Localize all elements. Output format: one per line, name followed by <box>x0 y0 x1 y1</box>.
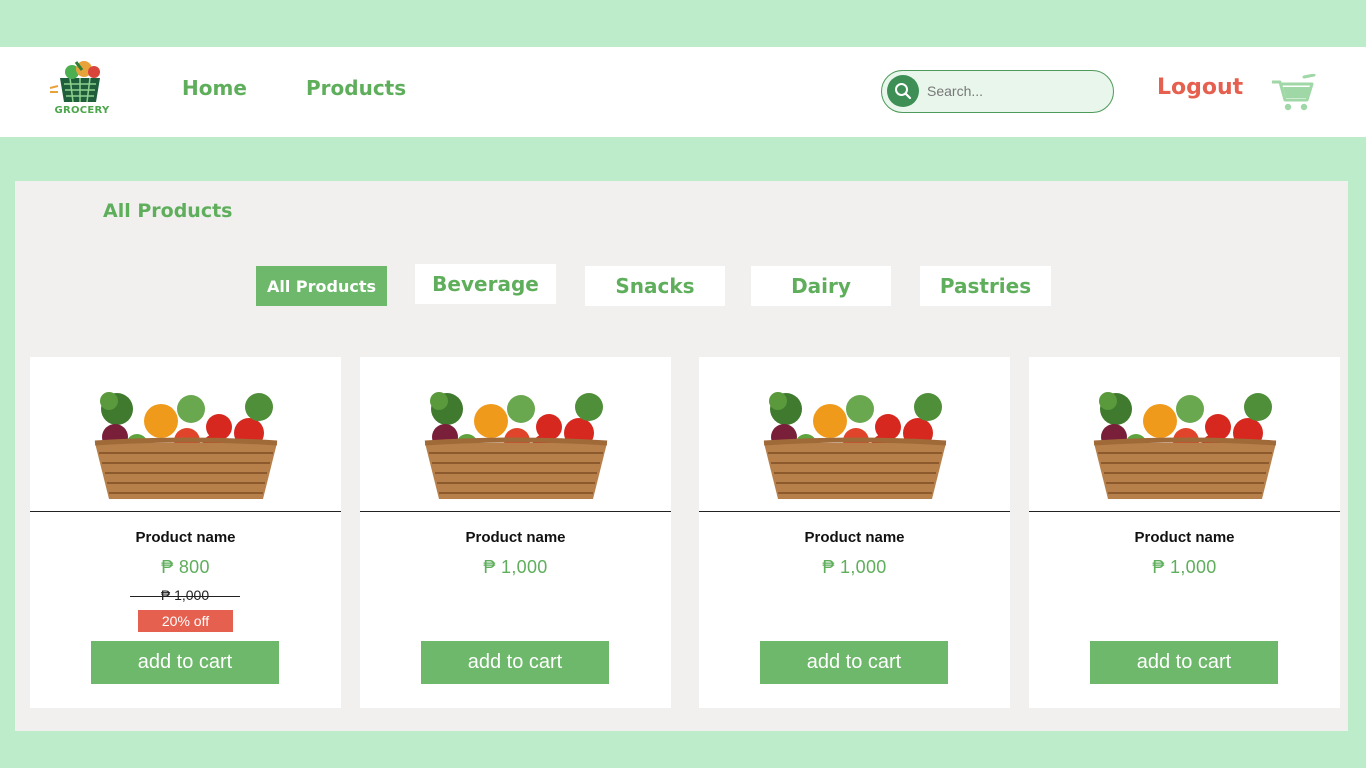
category-dairy[interactable]: Dairy <box>751 266 891 306</box>
product-name: Product name <box>804 529 905 546</box>
category-pastries[interactable]: Pastries <box>920 266 1051 306</box>
add-to-cart-button[interactable]: add to cart <box>421 641 609 684</box>
product-name: Product name <box>465 529 566 546</box>
shopping-cart-icon <box>1272 73 1316 111</box>
nav-home-link[interactable]: Home <box>182 76 247 100</box>
add-to-cart-button[interactable]: add to cart <box>1090 641 1278 684</box>
cart-button[interactable] <box>1270 73 1316 112</box>
search-icon <box>895 83 912 100</box>
product-card[interactable]: Product name ₱ 1,000 add to cart <box>1029 357 1340 708</box>
category-all-products[interactable]: All Products <box>256 266 387 306</box>
grocery-basket-logo-icon <box>49 61 100 103</box>
product-card[interactable]: Product name ₱ 1,000 add to cart <box>699 357 1010 708</box>
product-old-price: ₱ 1,000 <box>130 587 240 603</box>
nav-products-link[interactable]: Products <box>306 76 406 100</box>
product-name: Product name <box>135 529 236 546</box>
logout-link[interactable]: Logout <box>1157 75 1243 100</box>
search-input[interactable] <box>927 79 1097 103</box>
card-divider <box>360 511 671 512</box>
add-to-cart-button[interactable]: add to cart <box>91 641 279 684</box>
products-panel: All Products All Products Beverage Snack… <box>15 181 1348 731</box>
vegetable-basket-image <box>424 392 607 499</box>
product-price: ₱ 1,000 <box>1152 557 1217 577</box>
product-price: ₱ 1,000 <box>822 557 887 577</box>
discount-badge: 20% off <box>138 610 233 632</box>
category-snacks[interactable]: Snacks <box>585 266 725 306</box>
vegetable-basket-image <box>1093 392 1276 499</box>
product-card[interactable]: Product name ₱ 1,000 add to cart <box>360 357 671 708</box>
page-title: All Products <box>103 200 233 222</box>
vegetable-basket-image <box>94 392 277 499</box>
product-price: ₱ 1,000 <box>483 557 548 577</box>
search-bar <box>881 70 1114 113</box>
product-name: Product name <box>1134 529 1235 546</box>
card-divider <box>1029 511 1340 512</box>
navbar: GROCERY Home Products Logout <box>0 47 1366 137</box>
logo-text: GROCERY <box>54 105 110 116</box>
card-divider <box>30 511 341 512</box>
card-divider <box>699 511 1010 512</box>
grocery-logo[interactable]: GROCERY <box>46 58 114 124</box>
category-beverage[interactable]: Beverage <box>415 264 556 304</box>
add-to-cart-button[interactable]: add to cart <box>760 641 948 684</box>
vegetable-basket-image <box>763 392 946 499</box>
product-card[interactable]: Product name ₱ 800 ₱ 1,000 20% off add t… <box>30 357 341 708</box>
product-price: ₱ 800 <box>161 557 210 577</box>
search-button[interactable] <box>887 75 919 107</box>
